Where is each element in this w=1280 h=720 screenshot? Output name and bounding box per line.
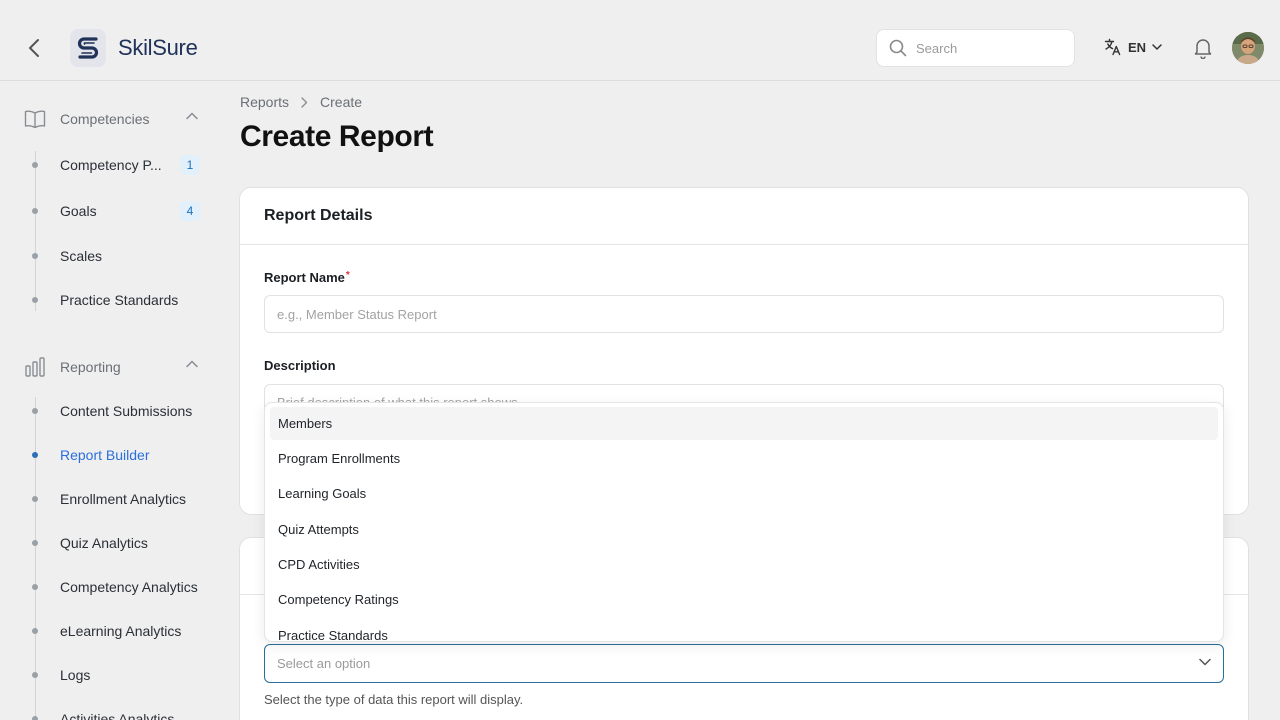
back-button[interactable] xyxy=(22,36,46,60)
chevron-down-icon xyxy=(1199,658,1211,666)
report-name-label: Report Name* xyxy=(264,270,350,285)
count-badge: 4 xyxy=(180,201,200,221)
sidebar-item-goals[interactable]: Goals 4 xyxy=(32,197,204,225)
option-practice-standards[interactable]: Practice Standards xyxy=(270,619,1218,641)
sidebar-item-practice-standards[interactable]: Practice Standards xyxy=(32,286,204,314)
breadcrumb-separator xyxy=(301,96,308,108)
avatar-image xyxy=(1232,32,1264,64)
sidebar-item-label: Goals xyxy=(60,203,97,219)
option-learning-goals[interactable]: Learning Goals xyxy=(270,477,1218,510)
sidebar-item-label: Report Builder xyxy=(60,447,150,463)
nav-dot xyxy=(32,162,38,168)
nav-dot xyxy=(32,496,38,502)
option-cpd-activities[interactable]: CPD Activities xyxy=(270,548,1218,581)
search-input[interactable] xyxy=(916,40,1056,56)
bell-icon xyxy=(1194,39,1212,60)
sidebar: Competencies Competency P... 1 Goals 4 S… xyxy=(0,81,222,720)
nav-dot xyxy=(32,452,38,458)
sidebar-group-label: Reporting xyxy=(60,359,121,375)
sidebar-item-label: Quiz Analytics xyxy=(60,535,148,551)
sidebar-item-label: Content Submissions xyxy=(60,403,193,419)
option-program-enrollments[interactable]: Program Enrollments xyxy=(270,442,1218,475)
book-open-icon xyxy=(24,110,46,129)
nav-dot xyxy=(32,672,38,678)
nav-dot xyxy=(32,297,38,303)
nav-dot xyxy=(32,408,38,414)
sidebar-item-enrollment-analytics[interactable]: Enrollment Analytics xyxy=(32,485,204,513)
card-title: Report Details xyxy=(264,207,373,224)
sidebar-item-label: Logs xyxy=(60,667,91,683)
breadcrumb-reports-link[interactable]: Reports xyxy=(240,94,289,110)
top-header: SkilSure EN xyxy=(0,0,1280,81)
description-label: Description xyxy=(264,358,336,373)
required-marker: * xyxy=(345,270,350,281)
nav-dot xyxy=(32,540,38,546)
sidebar-item-competency-analytics[interactable]: Competency Analytics xyxy=(32,573,204,601)
select-placeholder: Select an option xyxy=(277,656,371,671)
sidebar-item-scales[interactable]: Scales xyxy=(32,242,204,270)
sidebar-item-quiz-analytics[interactable]: Quiz Analytics xyxy=(32,529,204,557)
sidebar-item-label: Enrollment Analytics xyxy=(60,491,187,507)
data-source-dropdown: Members Program Enrollments Learning Goa… xyxy=(264,402,1224,642)
sidebar-item-logs[interactable]: Logs xyxy=(32,661,204,689)
search-box[interactable] xyxy=(876,29,1075,67)
data-source-help-text: Select the type of data this report will… xyxy=(264,692,524,707)
language-selector[interactable]: EN xyxy=(1104,38,1162,56)
chevron-up-icon xyxy=(186,112,198,120)
sidebar-item-activities-analytics[interactable]: Activities Analytics xyxy=(32,705,204,720)
brand-name: SkilSure xyxy=(118,35,198,60)
option-competency-ratings[interactable]: Competency Ratings xyxy=(270,583,1218,616)
chevron-up-icon xyxy=(186,360,198,368)
page-title: Create Report xyxy=(240,120,434,153)
report-name-input[interactable] xyxy=(264,295,1224,333)
user-avatar[interactable] xyxy=(1232,32,1264,64)
chevron-down-icon xyxy=(1152,44,1162,50)
sidebar-group-competencies[interactable]: Competencies xyxy=(24,107,202,131)
sidebar-item-label: Practice Standards xyxy=(60,292,179,308)
sidebar-item-elearning-analytics[interactable]: eLearning Analytics xyxy=(32,617,204,645)
sidebar-item-label: Competency P... xyxy=(60,157,162,173)
sidebar-item-label: eLearning Analytics xyxy=(60,623,182,639)
breadcrumb: Reports Create xyxy=(240,94,362,110)
option-quiz-attempts[interactable]: Quiz Attempts xyxy=(270,513,1218,546)
translate-icon xyxy=(1104,38,1121,56)
sidebar-item-report-builder[interactable]: Report Builder xyxy=(32,441,204,469)
sidebar-item-competency-profiles[interactable]: Competency P... 1 xyxy=(32,151,204,179)
chevron-right-icon xyxy=(301,96,308,108)
nav-dot xyxy=(32,716,38,720)
notifications-button[interactable] xyxy=(1193,37,1213,64)
nav-dot xyxy=(32,253,38,259)
sidebar-item-label: Competency Analytics xyxy=(60,579,198,595)
bar-chart-icon xyxy=(25,357,45,377)
brand-logo[interactable] xyxy=(70,29,106,67)
option-members[interactable]: Members xyxy=(270,407,1218,440)
count-badge: 1 xyxy=(180,155,200,175)
data-source-select[interactable]: Select an option xyxy=(264,644,1224,683)
search-icon xyxy=(889,39,907,57)
chevron-left-icon xyxy=(29,39,39,57)
card-header: Report Details xyxy=(240,188,1248,245)
nav-dot xyxy=(32,628,38,634)
sidebar-group-label: Competencies xyxy=(60,111,150,127)
nav-dot xyxy=(32,208,38,214)
sidebar-group-reporting[interactable]: Reporting xyxy=(24,355,202,379)
skilsure-logo-icon xyxy=(77,37,99,59)
sidebar-item-content-submissions[interactable]: Content Submissions xyxy=(32,397,204,425)
sidebar-item-label: Activities Analytics xyxy=(60,711,175,720)
report-name-label-text: Report Name xyxy=(264,270,345,285)
sidebar-item-label: Scales xyxy=(60,248,103,264)
breadcrumb-current: Create xyxy=(320,94,363,110)
language-label: EN xyxy=(1128,39,1147,55)
nav-dot xyxy=(32,584,38,590)
